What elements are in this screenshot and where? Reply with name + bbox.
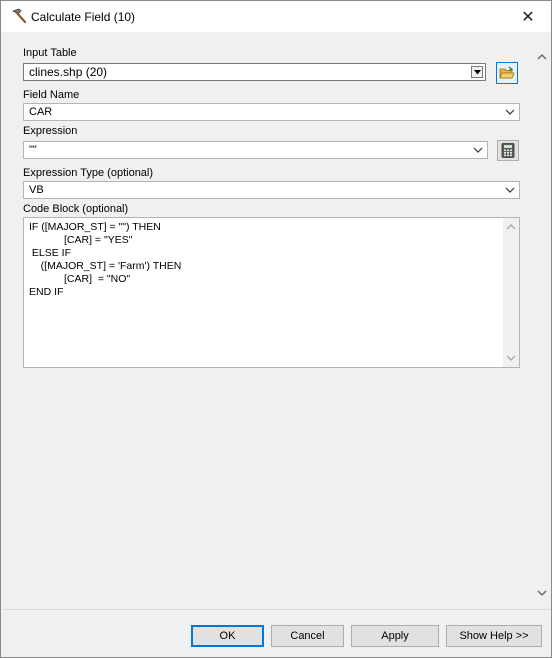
scroll-up-icon[interactable] [537, 53, 547, 61]
code-block-scrollbar[interactable] [503, 218, 519, 367]
input-table-label: Input Table [23, 47, 77, 59]
field-name-label: Field Name [23, 89, 80, 101]
expression-type-value: VB [29, 184, 44, 196]
scroll-down-icon[interactable] [506, 354, 516, 362]
field-name-value: CAR [29, 106, 53, 118]
chevron-down-icon [473, 147, 483, 153]
window-title: Calculate Field (10) [31, 10, 136, 24]
expression-value: "" [29, 144, 37, 156]
chevron-down-icon [505, 187, 515, 193]
dialog-scrollbar[interactable] [534, 33, 550, 609]
apply-button[interactable]: Apply [351, 625, 439, 647]
scroll-down-icon[interactable] [537, 589, 547, 597]
cancel-button[interactable]: Cancel [271, 625, 344, 647]
input-table-combobox[interactable]: clines.shp (20) [23, 63, 486, 81]
expression-builder-button[interactable] [497, 140, 519, 161]
expression-select[interactable]: "" [23, 141, 488, 159]
close-icon: ✕ [521, 8, 535, 26]
input-table-dropdown-button[interactable] [471, 66, 483, 78]
expression-type-select[interactable]: VB [23, 181, 520, 199]
dropdown-arrow-icon [473, 69, 481, 74]
calculate-field-window: Calculate Field (10) ✕ Input Table cline… [0, 0, 552, 658]
ok-button[interactable]: OK [191, 625, 264, 647]
code-block-text: IF ([MAJOR_ST] = "") THEN [CAR] = "YES" … [29, 221, 182, 298]
chevron-down-icon [505, 109, 515, 115]
field-name-select[interactable]: CAR [23, 103, 520, 121]
scroll-up-icon[interactable] [506, 223, 516, 231]
expression-type-label: Expression Type (optional) [23, 167, 154, 179]
open-folder-icon [499, 66, 515, 79]
browse-button[interactable] [496, 62, 518, 84]
input-table-value: clines.shp (20) [29, 65, 108, 79]
hammer-icon [10, 8, 28, 24]
dialog-content: Input Table clines.shp (20) Field Name C… [2, 33, 534, 609]
calculator-icon [501, 143, 515, 158]
expression-label: Expression [23, 125, 78, 137]
code-block-textarea[interactable]: IF ([MAJOR_ST] = "") THEN [CAR] = "YES" … [23, 217, 520, 368]
show-help-button[interactable]: Show Help >> [446, 625, 542, 647]
title-bar: Calculate Field (10) ✕ [1, 1, 551, 32]
button-bar: OK Cancel Apply Show Help >> [2, 609, 551, 657]
close-button[interactable]: ✕ [505, 1, 551, 32]
code-block-label: Code Block (optional) [23, 203, 129, 215]
